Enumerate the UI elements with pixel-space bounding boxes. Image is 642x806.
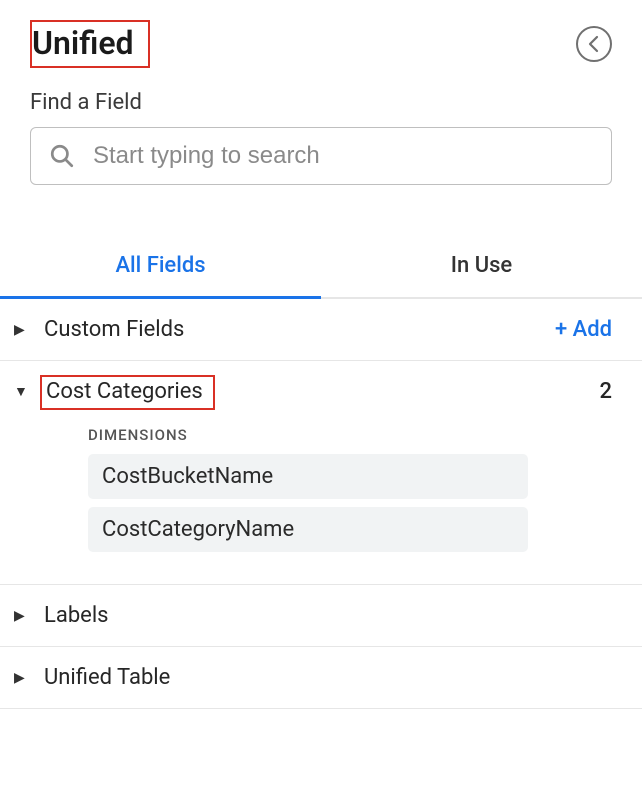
tab-in-use[interactable]: In Use	[321, 235, 642, 297]
section-labels[interactable]: ▶ Labels	[0, 585, 642, 646]
section-title-custom-fields: Custom Fields	[44, 317, 539, 342]
section-title-unified-table: Unified Table	[44, 665, 612, 690]
cost-categories-count: 2	[599, 379, 612, 404]
section-cost-categories[interactable]: ▼ Cost Categories 2	[0, 361, 642, 422]
chevron-left-icon	[587, 35, 601, 53]
search-label: Find a Field	[30, 90, 612, 115]
dimension-item[interactable]: CostCategoryName	[88, 507, 528, 552]
chevron-right-icon: ▶	[14, 322, 28, 338]
section-unified-table[interactable]: ▶ Unified Table	[0, 647, 642, 708]
chevron-right-icon: ▶	[14, 670, 28, 686]
dimensions-label: DIMENSIONS	[88, 426, 612, 444]
dimension-item[interactable]: CostBucketName	[88, 454, 528, 499]
chevron-right-icon: ▶	[14, 608, 28, 624]
section-title-labels: Labels	[44, 603, 612, 628]
search-input[interactable]	[93, 142, 593, 170]
chevron-down-icon: ▼	[14, 383, 28, 400]
tabs: All Fields In Use	[0, 235, 642, 299]
search-icon	[49, 143, 75, 169]
tab-all-fields[interactable]: All Fields	[0, 235, 321, 299]
page-title: Unified	[32, 24, 134, 62]
section-title-cost-categories: Cost Categories	[44, 379, 583, 404]
search-box[interactable]	[30, 127, 612, 185]
section-custom-fields[interactable]: ▶ Custom Fields + Add	[0, 299, 642, 360]
add-custom-field-button[interactable]: + Add	[555, 317, 612, 342]
back-button[interactable]	[576, 26, 612, 62]
